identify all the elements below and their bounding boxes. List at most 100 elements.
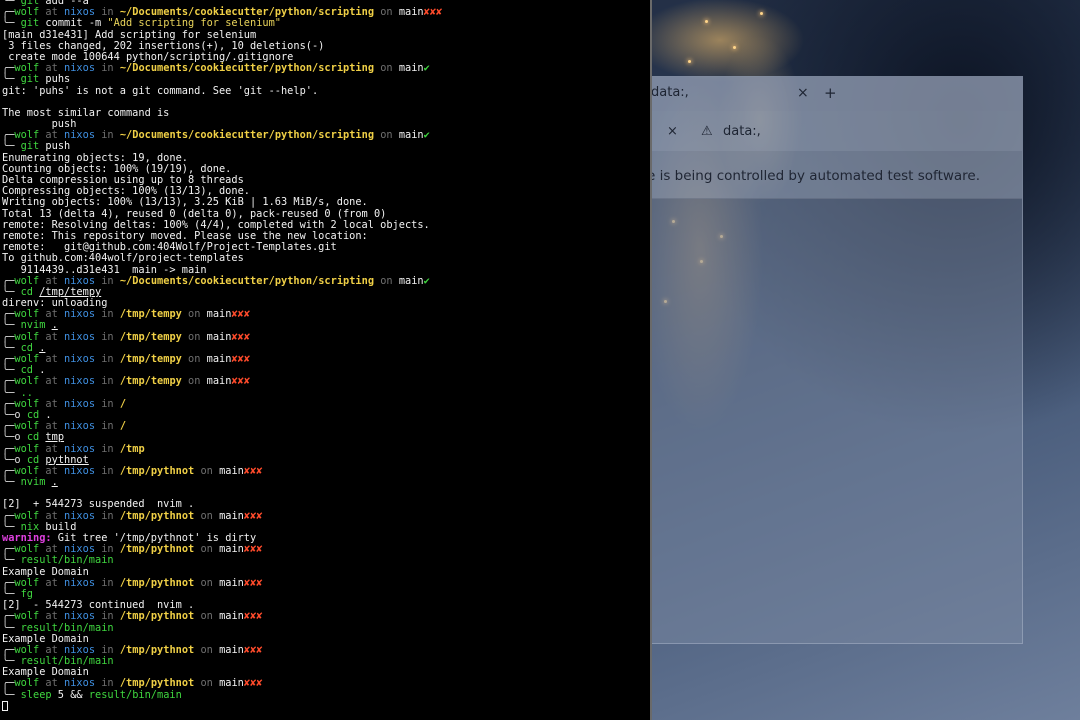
command-name: git	[20, 140, 40, 153]
prompt-on: on	[194, 509, 220, 522]
output-text: The most similar command is	[2, 106, 170, 119]
git-status-badge: ✔	[423, 62, 430, 75]
prompt-host: nixos	[64, 576, 96, 589]
prompt-at: at	[39, 576, 65, 589]
warning-text: Git tree '/tmp/pythnot' is dirty	[51, 532, 257, 544]
warning-icon[interactable]: ⚠	[701, 124, 713, 139]
prompt-path: ~/Documents/cookiecutter/python/scriptin…	[119, 129, 375, 142]
prompt-host: nixos	[64, 509, 96, 522]
prompt-corner: ╭─	[2, 375, 15, 388]
git-status-badge: ✘✘✘	[423, 6, 443, 19]
output-text: [main d31e431] Add scripting for seleniu…	[2, 28, 257, 41]
new-tab-icon[interactable]: +	[824, 84, 837, 102]
cursor-line	[2, 700, 442, 712]
output-text: 9114439..d31e431 main -> main	[2, 263, 207, 276]
output-text: remote: git@github.com:404Wolf/Project-T…	[2, 241, 337, 254]
prompt-path: /	[119, 397, 127, 410]
prompt-user: wolf	[14, 677, 40, 690]
prompt-host: nixos	[64, 308, 96, 321]
prompt-host: nixos	[64, 330, 96, 343]
prompt-branch: main	[398, 62, 424, 75]
prompt-corner: ╭─	[2, 677, 15, 690]
address-bar[interactable]: data:,	[723, 124, 761, 139]
prompt-arrow: ╰─	[2, 688, 21, 701]
prompt-user: wolf	[14, 397, 40, 410]
prompt-line: ╭─wolf at nixos in /tmp/tempy on main✘✘✘	[2, 330, 442, 343]
prompt-arrow: ╰─o	[2, 431, 27, 444]
output-text: Writing objects: 100% (13/13), 3.25 KiB …	[2, 196, 368, 209]
command-name: git	[20, 73, 40, 86]
prompt-in: in	[95, 420, 120, 433]
prompt-user: wolf	[14, 330, 40, 343]
browser-tab-title[interactable]: data:,	[651, 85, 689, 100]
automation-infobar: e is being controlled by automated test …	[641, 151, 1022, 199]
prompt-arrow: ╰─	[2, 386, 21, 399]
command-name: ..	[20, 386, 34, 399]
tab-close-icon[interactable]: ×	[797, 85, 809, 101]
prompt-on: on	[374, 6, 399, 19]
infobar-message: e is being controlled by automated test …	[647, 168, 981, 184]
stop-icon[interactable]: ×	[667, 124, 678, 139]
prompt-host: nixos	[64, 677, 96, 690]
prompt-line: ╭─wolf at nixos in /tmp/tempy on main✘✘✘	[2, 309, 442, 320]
prompt-branch: main	[398, 129, 424, 142]
prompt-path: /tmp/tempy	[119, 375, 182, 388]
prompt-host: nixos	[64, 274, 96, 287]
command-name: result/bin/main	[88, 688, 182, 701]
prompt-line: ╭─wolf at nixos in /tmp/tempy on main✘✘✘	[2, 353, 442, 365]
prompt-in: in	[95, 397, 120, 410]
command-args: build	[39, 520, 77, 533]
prompt-corner: ╭─	[2, 610, 15, 623]
git-status-badge: ✘✘✘	[243, 576, 263, 589]
git-status-badge: ✘✘✘	[231, 353, 251, 365]
prompt-in: in	[95, 509, 120, 522]
command-name: nvim	[20, 319, 46, 332]
prompt-on: on	[181, 330, 207, 343]
prompt-host: nixos	[64, 375, 96, 388]
prompt-in: in	[95, 375, 120, 388]
prompt-branch: main	[219, 509, 244, 522]
prompt-arrow: ╰─	[2, 476, 21, 489]
prompt-branch: main	[219, 576, 244, 589]
git-status-badge: ✘✘✘	[231, 308, 251, 321]
prompt-user: wolf	[14, 274, 40, 287]
prompt-arrow: ╰─o	[2, 408, 27, 421]
prompt-host: nixos	[64, 420, 96, 433]
command-args: 5 &&	[51, 688, 89, 701]
output-text: Example Domain	[2, 632, 89, 645]
terminal-window[interactable]: ╰─ git add --a ╭─wolf at nixos in ~/Docum…	[0, 0, 652, 720]
prompt-host: nixos	[64, 442, 96, 455]
git-status-badge: ✘✘✘	[243, 610, 263, 623]
output-text: create mode 100644 python/scripting/.git…	[2, 50, 294, 63]
prompt-at: at	[39, 677, 65, 690]
output-text: push	[2, 118, 77, 131]
command-name: fg	[20, 587, 34, 600]
prompt-user: wolf	[14, 576, 40, 589]
git-status-badge: ✘✘✘	[243, 543, 263, 556]
prompt-path: /tmp/pythnot	[119, 610, 195, 623]
prompt-user: wolf	[14, 610, 40, 623]
prompt-branch: main	[219, 543, 244, 556]
output-text: Example Domain	[2, 666, 89, 679]
prompt-at: at	[39, 397, 65, 410]
prompt-arrow: ╰─	[2, 587, 21, 600]
prompt-in: in	[95, 129, 120, 142]
command-args: puhs	[39, 73, 71, 86]
output-text: Enumerating objects: 19, done.	[2, 151, 188, 164]
prompt-path: /tmp/tempy	[119, 353, 182, 365]
command-name: cd	[20, 341, 34, 354]
prompt-path: ~/Documents/cookiecutter/python/scriptin…	[119, 62, 375, 75]
output-text: Compressing objects: 100% (13/13), done.	[2, 185, 250, 198]
browser-window[interactable]: data:, × + × ⚠ data:, e is being control…	[640, 76, 1023, 644]
command-name: sleep	[20, 688, 52, 701]
output-text: remote: Resolving deltas: 100% (4/4), co…	[2, 218, 430, 231]
git-status-badge: ✔	[423, 129, 430, 142]
browser-toolbar: × ⚠ data:,	[641, 111, 1022, 151]
command-args: .	[39, 408, 52, 421]
prompt-path: /tmp/pythnot	[119, 543, 195, 556]
command-name: cd	[26, 408, 40, 421]
prompt-on: on	[194, 543, 220, 556]
prompt-corner: ╭─	[2, 576, 15, 589]
prompt-path: /	[119, 420, 127, 433]
prompt-corner: ╭─	[2, 274, 15, 287]
